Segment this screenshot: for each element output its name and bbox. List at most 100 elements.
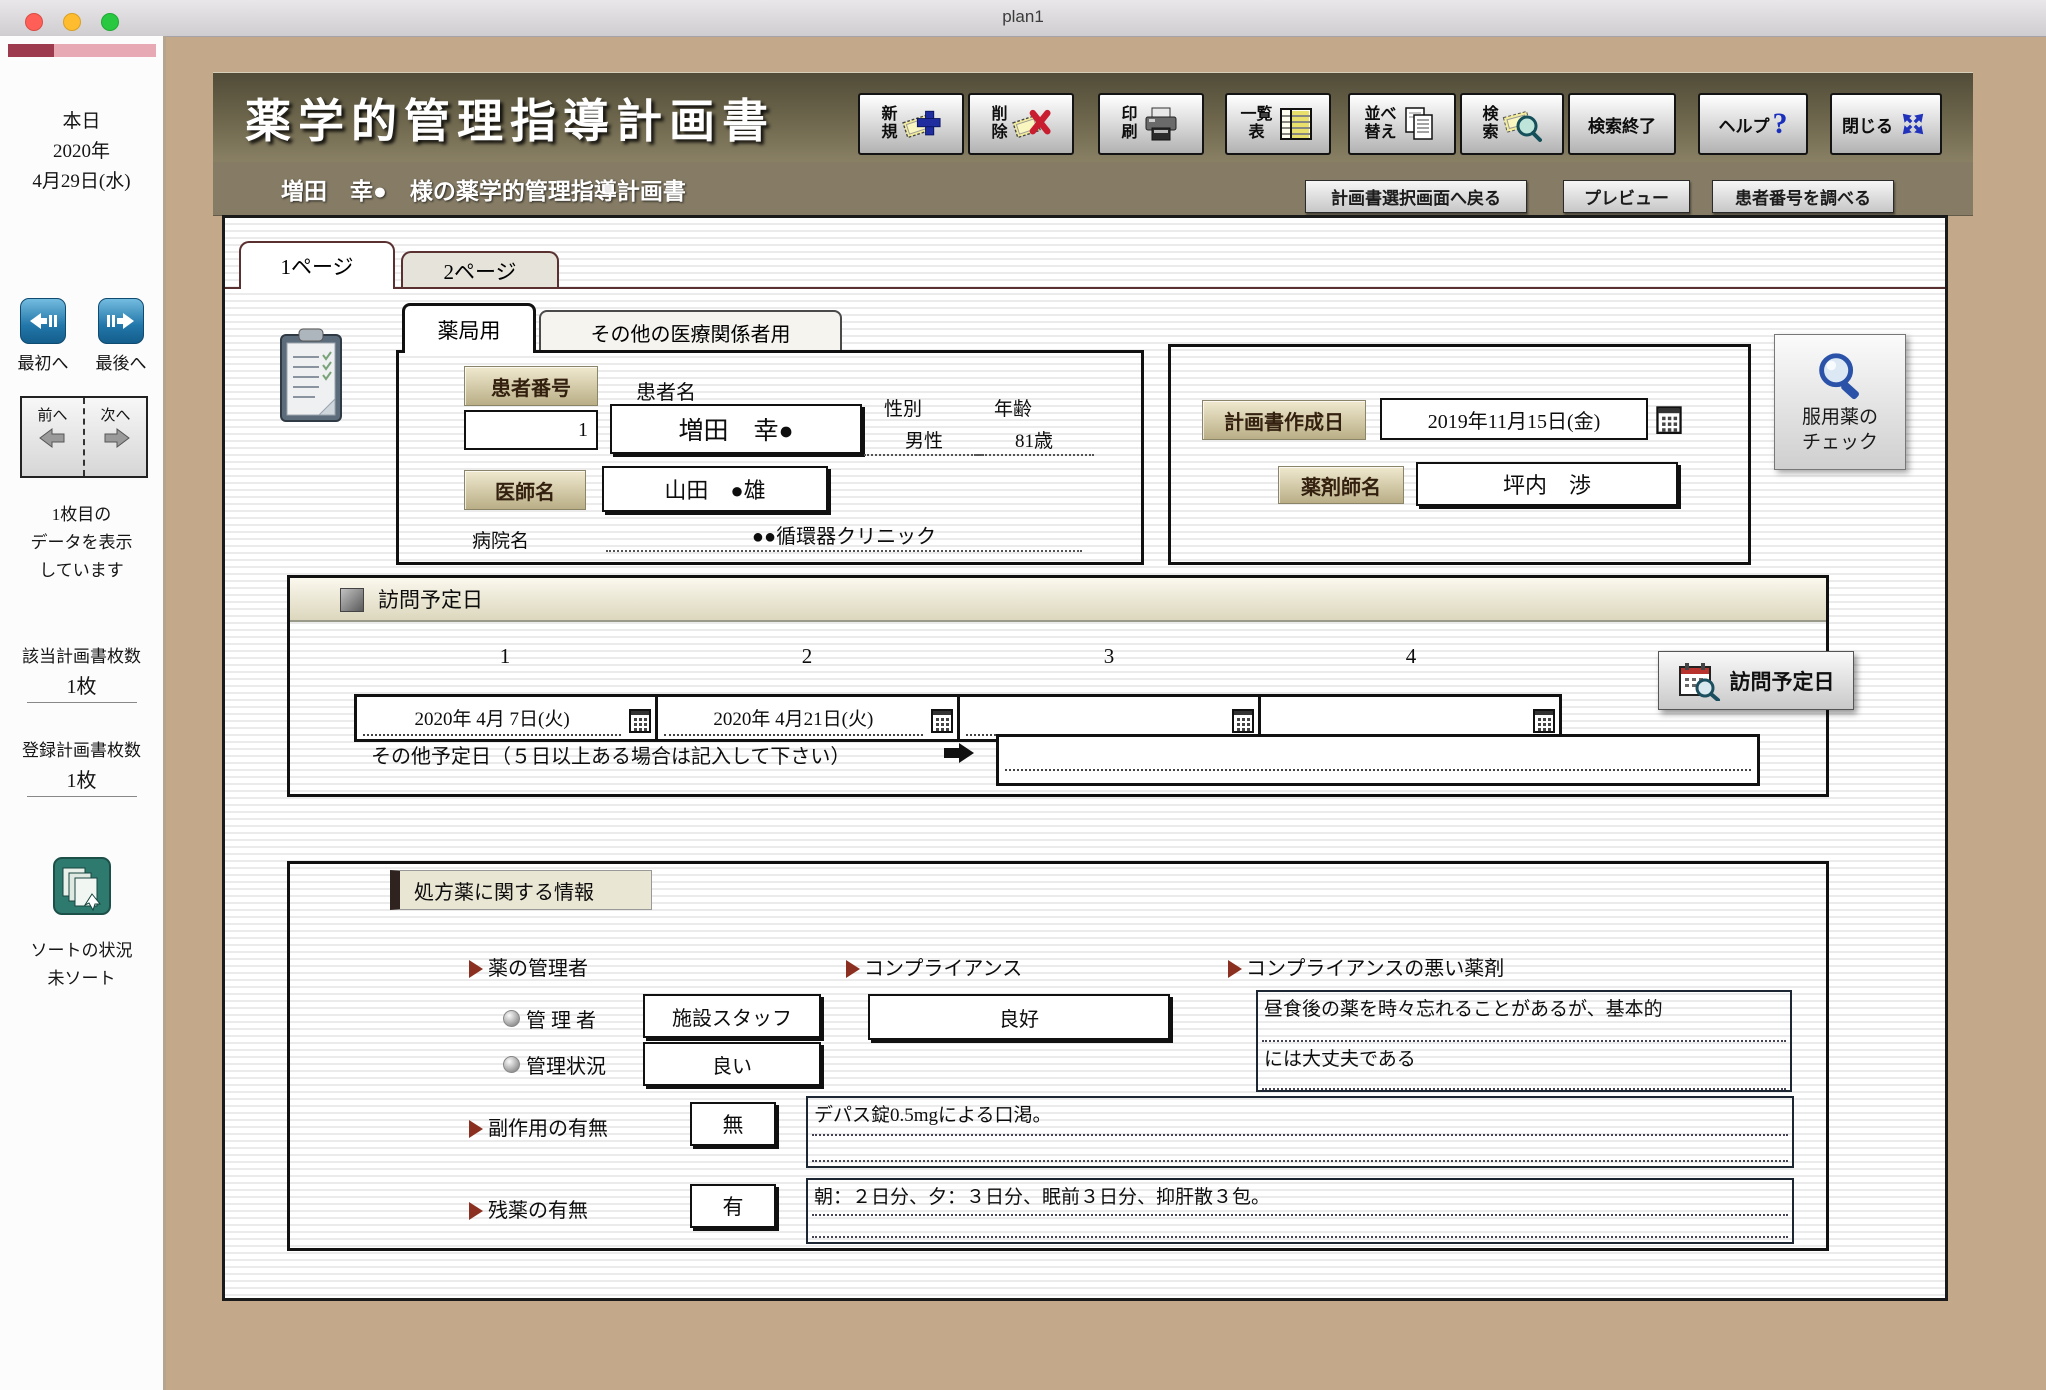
visit-slot-number-1: 1 <box>354 644 656 669</box>
visit-slot-number-2: 2 <box>656 644 958 669</box>
condition-value-field[interactable]: 良い <box>643 1042 821 1086</box>
visit-slot-number-3: 3 <box>958 644 1260 669</box>
gender-label: 性別 <box>884 394 922 421</box>
header-band: 薬学的管理指導計画書 新規 削除 印刷 <box>213 72 1973 165</box>
visit-schedule-section: 訪問予定日 1 2 3 4 2020年 4月 7日(火) <box>287 575 1829 797</box>
age-label: 年齢 <box>994 394 1032 421</box>
side-effect-note: デパス錠0.5mgによる口渇。 <box>812 1098 1788 1136</box>
other-dates-field[interactable] <box>996 734 1760 786</box>
plan-info-box: 計画書作成日 2019年11月15日(金) 薬剤師名 坪内 渉 <box>1168 344 1751 565</box>
last-record-label: 最後へ <box>88 349 154 374</box>
page-title: 薬学的管理指導計画書 <box>245 73 775 163</box>
first-record-button[interactable] <box>20 298 66 344</box>
tab-page1[interactable]: 1ページ <box>239 241 395 289</box>
visit-schedule-button[interactable]: 訪問予定日 <box>1658 651 1854 710</box>
tab-other-medical-staff[interactable]: その他の医療関係者用 <box>539 310 842 352</box>
magnifier-cards-icon <box>1502 104 1542 144</box>
patient-name-field[interactable]: 増田 幸● <box>610 404 862 454</box>
other-dates-label: その他予定日（５日以上ある場合は記入して下さい） <box>371 740 850 769</box>
visit-date-cell <box>960 697 1261 739</box>
visit-date-calendar-button-3[interactable] <box>1232 706 1254 734</box>
bad-compliance-textarea[interactable]: 昼食後の薬を時々忘れることがあるが、基本的 には大丈夫である <box>1256 990 1792 1092</box>
record-position-bar <box>8 44 156 57</box>
side-effect-value-field[interactable]: 無 <box>690 1102 776 1146</box>
inward-arrows-icon <box>1896 107 1930 141</box>
teal-pages-icon <box>52 856 112 916</box>
pharmacist-name-field[interactable]: 坪内 渉 <box>1416 462 1678 506</box>
magnifier-icon <box>1811 348 1869 406</box>
help-button[interactable]: ヘルプ ? <box>1698 93 1808 155</box>
visit-date-field-3[interactable] <box>966 704 1224 736</box>
gender-value[interactable]: 男性 <box>864 426 984 456</box>
visit-button-label: 訪問予定日 <box>1730 666 1835 696</box>
calendar-grid-icon <box>1533 706 1555 734</box>
condition-label: 管理状況 <box>526 1050 606 1079</box>
doctor-name-field[interactable]: 山田 ●雄 <box>602 466 828 512</box>
back-to-selection-button[interactable]: 計画書選択画面へ戻る <box>1305 180 1527 213</box>
plan-created-date-field[interactable]: 2019年11月15日(金) <box>1380 398 1648 440</box>
visit-date-field-1[interactable]: 2020年 4月 7日(火) <box>363 704 621 736</box>
stacked-docs-icon <box>1400 104 1440 144</box>
hospital-label: 病院名 <box>472 526 529 553</box>
patient-number-label-button[interactable]: 患者番号 <box>464 366 598 406</box>
record-pager: 前へ 次へ <box>20 396 148 478</box>
print-button[interactable]: 印刷 <box>1098 93 1204 155</box>
manager-value-field[interactable]: 施設スタッフ <box>643 994 821 1038</box>
age-value[interactable]: 81歳 <box>974 426 1094 456</box>
leftover-label: 残薬の有無 <box>488 1194 588 1223</box>
tab-pharmacy-use[interactable]: 薬局用 <box>402 303 536 353</box>
tab-divider <box>225 287 1945 289</box>
search-end-label: 検索終了 <box>1588 112 1656 137</box>
visit-date-field-2[interactable]: 2020年 4月21日(火) <box>664 704 922 736</box>
registered-count-value: 1枚 <box>27 764 137 797</box>
calendar-grid-icon <box>1656 404 1682 434</box>
doctor-label-button[interactable]: 医師名 <box>464 470 586 510</box>
application-window: plan1 本日 2020年 4月29日(水) 最初へ 最後へ <box>0 0 2046 1390</box>
bullet-triangle-icon <box>846 960 860 978</box>
close-form-label: 閉じる <box>1842 112 1893 137</box>
preview-button[interactable]: プレビュー <box>1563 180 1690 213</box>
side-effect-textarea[interactable]: デパス錠0.5mgによる口渇。 <box>806 1096 1794 1168</box>
lookup-patient-number-button[interactable]: 患者番号を調べる <box>1712 180 1894 213</box>
leftover-textarea[interactable]: 朝：２日分、夕：３日分、眠前３日分、抑肝散３包。 <box>806 1178 1794 1244</box>
visit-date-field-4[interactable] <box>1267 704 1525 736</box>
patient-number-field[interactable]: 1 <box>464 410 598 450</box>
sort-button[interactable]: 並べ替え <box>1348 93 1456 155</box>
prev-record-label: 前へ <box>22 404 83 425</box>
compliance-value-field[interactable]: 良好 <box>868 994 1170 1040</box>
hospital-value[interactable]: ●●循環器クリニック <box>606 520 1082 552</box>
tab-page2[interactable]: 2ページ <box>401 251 559 289</box>
list-view-button[interactable]: 一覧表 <box>1225 93 1331 155</box>
arrow-right-bars-icon <box>105 309 137 333</box>
nav-first-wrap: 最初へ <box>10 298 76 374</box>
prev-record-button[interactable]: 前へ <box>22 398 83 476</box>
leftover-value-field[interactable]: 有 <box>690 1184 776 1228</box>
radio-ball-icon[interactable] <box>503 1056 520 1073</box>
table-grid-icon <box>1276 104 1316 144</box>
prescription-section: 処方薬に関する情報 薬の管理者 コンプライアンス コンプライアンスの悪い薬剤 管… <box>287 861 1829 1251</box>
visit-date-cell: 2020年 4月 7日(火) <box>357 697 658 739</box>
new-record-button[interactable]: 新規 <box>858 93 964 155</box>
sort-status-button[interactable] <box>52 856 112 916</box>
created-date-calendar-button[interactable] <box>1656 404 1682 434</box>
visit-date-calendar-button-2[interactable] <box>931 706 953 734</box>
visit-date-calendar-button-1[interactable] <box>629 706 651 734</box>
sort-status-value: 未ソート <box>0 964 163 989</box>
radio-ball-icon[interactable] <box>503 1010 520 1027</box>
window-title: plan1 <box>0 7 2046 27</box>
medication-check-button[interactable]: 服用薬の チェック <box>1774 334 1906 470</box>
compliance-header: コンプライアンス <box>864 952 1022 981</box>
visit-slot-number-4: 4 <box>1260 644 1562 669</box>
pharmacist-label-button[interactable]: 薬剤師名 <box>1278 466 1404 504</box>
record-status-line2: データを表示 <box>0 528 163 553</box>
search-button[interactable]: 検索 <box>1460 93 1564 155</box>
plan-created-label-button[interactable]: 計画書作成日 <box>1202 400 1366 440</box>
delete-record-button[interactable]: 削除 <box>968 93 1074 155</box>
next-record-button[interactable]: 次へ <box>83 398 146 476</box>
visit-date-calendar-button-4[interactable] <box>1533 706 1555 734</box>
card-plus-icon <box>901 104 941 144</box>
search-end-button[interactable]: 検索終了 <box>1568 93 1676 155</box>
visit-date-cell <box>1261 697 1559 739</box>
close-form-button[interactable]: 閉じる <box>1830 93 1942 155</box>
last-record-button[interactable] <box>98 298 144 344</box>
